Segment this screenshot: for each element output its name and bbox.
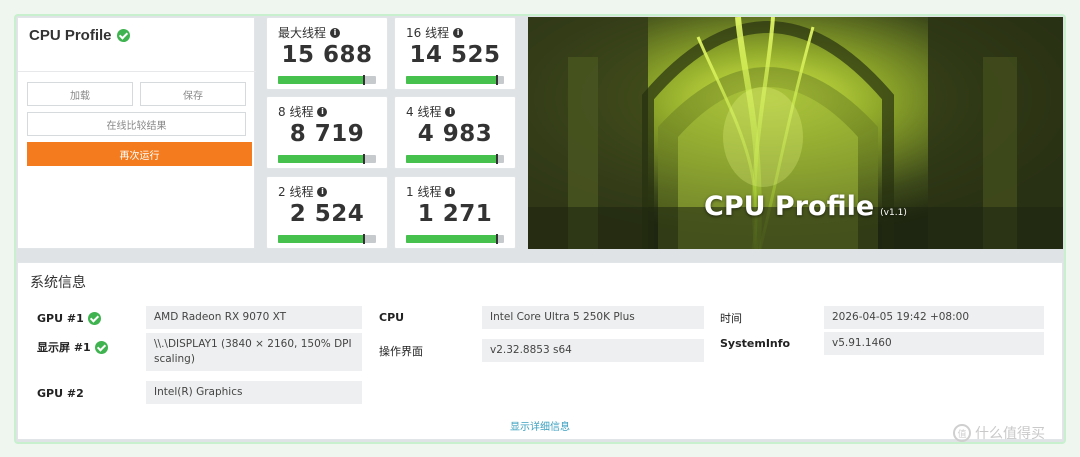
- score-card-label: 2 线程 i: [278, 183, 328, 200]
- cpu-value: Intel Core Ultra 5 250K Plus: [482, 306, 704, 329]
- load-button[interactable]: 加载: [27, 82, 133, 106]
- compare-online-button[interactable]: 在线比较结果: [27, 112, 246, 136]
- check-icon: [116, 29, 130, 42]
- watermark-logo-icon: 值: [953, 424, 971, 442]
- score-card-1-thread: 1 线程 i 1 271: [394, 176, 516, 249]
- score-bar-fill: [406, 76, 498, 84]
- systeminfo-label: SystemInfo: [720, 337, 791, 350]
- hero-title: CPU Profile (v1.1): [704, 191, 907, 222]
- watermark: 值 什么值得买: [953, 423, 1045, 443]
- score-card-2-threads: 2 线程 i 2 524: [266, 176, 388, 249]
- score-bar: [278, 76, 376, 84]
- score-card-label: 最大线程 i: [278, 24, 341, 41]
- score-card-8-threads: 8 线程 i 8 719: [266, 96, 388, 169]
- system-info-panel: 系统信息 GPU #1 AMD Radeon RX 9070 XT 显示屏 #1…: [17, 262, 1063, 440]
- run-again-button[interactable]: 再次运行: [27, 142, 252, 166]
- info-icon[interactable]: i: [317, 106, 328, 117]
- score-value: 4 983: [417, 121, 493, 147]
- gpu2-value: Intel(R) Graphics: [146, 381, 362, 404]
- info-icon[interactable]: i: [317, 186, 328, 197]
- display1-label-text: 显示屏 #1: [37, 341, 91, 354]
- score-bar-marker: [363, 234, 366, 244]
- score-card-max-threads: 最大线程 i 15 688: [266, 17, 388, 90]
- show-details-link[interactable]: 显示详细信息: [18, 418, 1062, 433]
- score-bar: [278, 155, 376, 163]
- score-card-4-threads: 4 线程 i 4 983: [394, 96, 516, 169]
- ui-value: v2.32.8853 s64: [482, 339, 704, 362]
- profile-title-text: CPU Profile: [29, 27, 112, 44]
- score-label-text: 4 线程: [406, 105, 442, 119]
- score-bar-fill: [278, 235, 365, 243]
- system-info-title: 系统信息: [30, 275, 86, 291]
- score-card-label: 1 线程 i: [406, 183, 456, 200]
- check-icon: [94, 340, 108, 354]
- gpu2-label: GPU #2: [37, 387, 84, 400]
- score-value: 1 271: [417, 201, 493, 227]
- cpu-label: CPU: [379, 311, 405, 324]
- ui-label: 操作界面: [379, 345, 423, 358]
- score-bar: [406, 155, 504, 163]
- score-value: 2 524: [289, 201, 365, 227]
- time-label: 时间: [720, 312, 742, 325]
- display1-value: \\.\DISPLAY1 (3840 × 2160, 150% DPI scal…: [146, 333, 362, 371]
- score-bar-marker: [363, 75, 366, 85]
- score-value: 15 688: [281, 42, 373, 68]
- score-label-text: 8 线程: [278, 105, 314, 119]
- score-value: 8 719: [289, 121, 365, 147]
- profile-panel: CPU Profile 加载 保存 在线比较结果 再次运行: [17, 17, 256, 249]
- divider: [18, 71, 256, 72]
- score-label-text: 最大线程: [278, 26, 327, 40]
- score-card-label: 4 线程 i: [406, 103, 456, 120]
- watermark-text: 什么值得买: [975, 426, 1045, 442]
- systeminfo-value: v5.91.1460: [824, 332, 1044, 355]
- info-icon[interactable]: i: [445, 186, 456, 197]
- hero-version: (v1.1): [880, 208, 907, 218]
- score-bar-marker: [496, 154, 499, 164]
- score-card-16-threads: 16 线程 i 14 525: [394, 17, 516, 90]
- score-label-text: 1 线程: [406, 185, 442, 199]
- score-card-label: 8 线程 i: [278, 103, 328, 120]
- score-bar-fill: [278, 155, 365, 163]
- time-value: 2026-04-05 19:42 +08:00: [824, 306, 1044, 329]
- score-label-text: 2 线程: [278, 185, 314, 199]
- score-bar-marker: [363, 154, 366, 164]
- score-bar-fill: [406, 155, 498, 163]
- score-card-label: 16 线程 i: [406, 24, 464, 41]
- score-bar-marker: [496, 234, 499, 244]
- gpu1-label-text: GPU #1: [37, 312, 84, 325]
- hero-banner: CPU Profile (v1.1): [528, 17, 1063, 249]
- score-label-text: 16 线程: [406, 26, 450, 40]
- score-bar-fill: [278, 76, 365, 84]
- profile-title: CPU Profile: [29, 27, 130, 44]
- info-icon[interactable]: i: [445, 106, 456, 117]
- check-icon: [87, 312, 101, 325]
- score-bar-marker: [496, 75, 499, 85]
- score-value: 14 525: [409, 42, 501, 68]
- score-bar: [406, 235, 504, 243]
- score-bar: [278, 235, 376, 243]
- score-bar-fill: [406, 235, 498, 243]
- gpu1-value: AMD Radeon RX 9070 XT: [146, 306, 362, 329]
- info-icon[interactable]: i: [453, 27, 464, 38]
- score-bar: [406, 76, 504, 84]
- save-button[interactable]: 保存: [140, 82, 246, 106]
- display1-label: 显示屏 #1: [37, 339, 108, 355]
- hero-title-text: CPU Profile: [704, 191, 875, 222]
- info-icon[interactable]: i: [330, 27, 341, 38]
- gpu1-label: GPU #1: [37, 312, 101, 325]
